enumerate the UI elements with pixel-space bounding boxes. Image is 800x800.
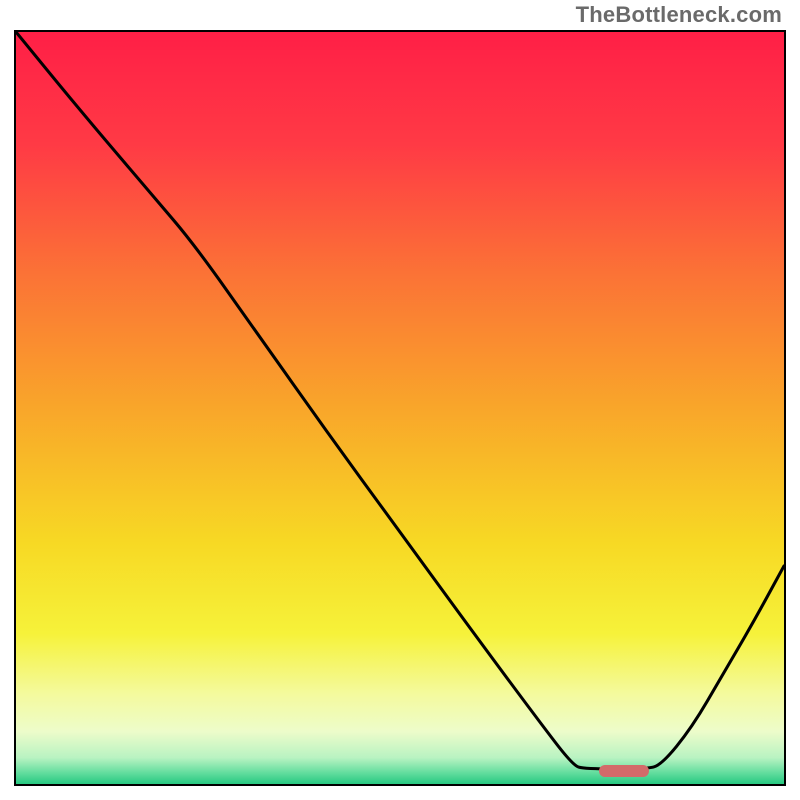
chart-frame	[14, 30, 786, 786]
watermark-text: TheBottleneck.com	[576, 2, 782, 28]
optimal-marker	[599, 765, 649, 777]
gradient-background	[16, 32, 784, 784]
